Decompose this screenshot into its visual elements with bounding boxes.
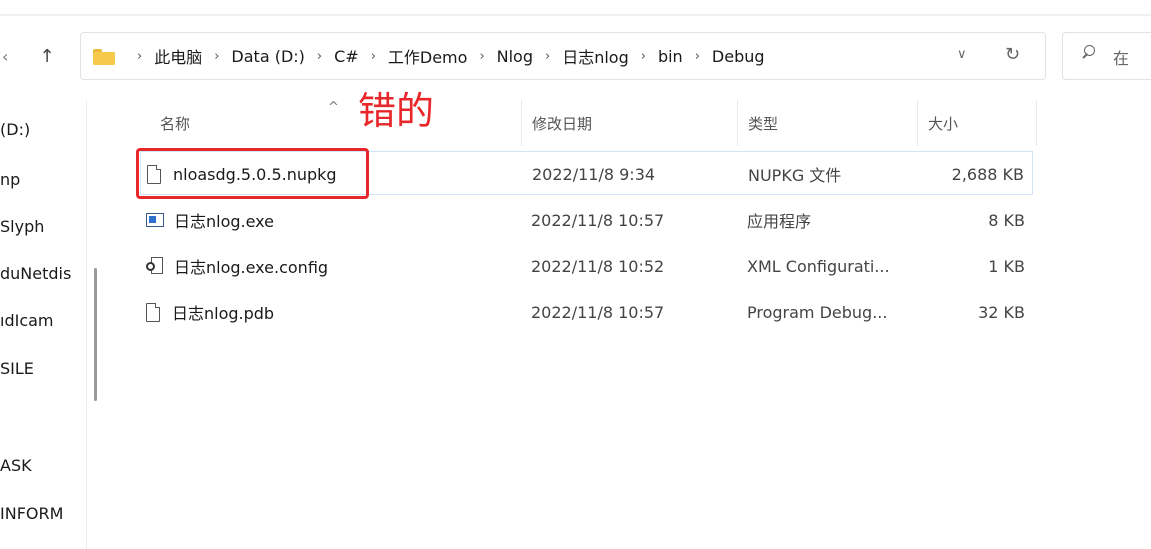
sidebar-item[interactable]: duNetdis	[0, 264, 84, 283]
breadcrumb-separator-icon[interactable]: ›	[317, 49, 322, 64]
column-header-label: 大小	[928, 114, 959, 133]
column-header-date[interactable]: 修改日期	[521, 100, 737, 146]
breadcrumb-separator-icon[interactable]: ›	[695, 49, 700, 64]
config-icon	[146, 256, 164, 276]
breadcrumb-separator-icon[interactable]: ›	[479, 49, 484, 64]
sidebar-scrollbar[interactable]	[94, 268, 97, 401]
file-date: 2022/11/8 10:52	[531, 256, 665, 276]
breadcrumb-work-demo[interactable]: 工作Demo	[388, 44, 468, 68]
sidebar-item[interactable]: ıdIcam	[0, 311, 84, 330]
breadcrumb-separator-icon[interactable]: ›	[137, 49, 142, 64]
file-row[interactable]: 日志nlog.pdb 2022/11/8 10:57 Program Debug…	[140, 290, 1033, 334]
file-row[interactable]: 日志nlog.exe 2022/11/8 10:57 应用程序 8 KB	[140, 198, 1033, 242]
breadcrumb-bin[interactable]: bin	[658, 47, 683, 66]
column-header-label: 名称	[160, 114, 191, 133]
sidebar-item[interactable]: ASK	[0, 456, 84, 475]
file-name-cell: 日志nlog.exe.config	[140, 244, 328, 288]
search-input[interactable]: 在	[1062, 32, 1151, 80]
folder-icon	[93, 49, 115, 65]
breadcrumb-nlog[interactable]: Nlog	[497, 47, 533, 66]
file-size: 1 KB	[988, 256, 1025, 276]
file-size: 8 KB	[988, 210, 1025, 230]
breadcrumb-rizhi-nlog[interactable]: 日志nlog	[562, 44, 629, 68]
column-header-type[interactable]: 类型	[737, 100, 917, 146]
breadcrumb-csharp[interactable]: C#	[334, 47, 359, 66]
pane-divider[interactable]	[86, 100, 87, 549]
file-date: 2022/11/8 9:34	[532, 164, 656, 184]
address-bar[interactable]: › 此电脑 › Data (D:) › C# › 工作Demo › Nlog ›…	[80, 32, 1046, 80]
sort-ascending-icon: ^	[328, 100, 339, 115]
breadcrumb-data-drive[interactable]: Data (D:)	[231, 47, 304, 66]
chevron-down-icon[interactable]: ∨	[957, 47, 967, 62]
column-header-label: 类型	[748, 114, 779, 133]
up-button[interactable]: ↑	[34, 42, 60, 70]
file-type: Program Debug...	[747, 302, 888, 322]
file-name-cell: 日志nlog.exe	[140, 198, 274, 242]
file-date: 2022/11/8 10:57	[531, 302, 665, 322]
navigation-pane: (D:) np Slyph duNetdis ıdIcam SILE ASK I…	[0, 100, 86, 549]
file-size: 2,688 KB	[951, 164, 1024, 184]
column-header-size[interactable]: 大小	[917, 100, 1037, 146]
file-row[interactable]: 日志nlog.exe.config 2022/11/8 10:52 XML Co…	[140, 244, 1033, 288]
sidebar-item[interactable]: Slyph	[0, 217, 84, 236]
file-size: 32 KB	[978, 302, 1025, 322]
breadcrumb-separator-icon[interactable]: ›	[214, 49, 219, 64]
sidebar-item-drive-d[interactable]: (D:)	[0, 120, 84, 139]
breadcrumb-separator-icon[interactable]: ›	[545, 49, 550, 64]
arrow-up-icon: ↑	[39, 45, 55, 67]
sidebar-item[interactable]: SILE	[0, 359, 84, 378]
red-highlight-box	[136, 148, 369, 199]
file-name: 日志nlog.exe.config	[174, 258, 329, 277]
breadcrumb: › 此电脑 › Data (D:) › C# › 工作Demo › Nlog ›…	[125, 33, 765, 79]
file-date: 2022/11/8 10:57	[531, 210, 665, 230]
breadcrumb-debug[interactable]: Debug	[712, 47, 765, 66]
file-name-cell: 日志nlog.pdb	[140, 290, 274, 334]
wrong-annotation-text: 错的	[358, 89, 435, 133]
file-name: 日志nlog.exe	[174, 212, 275, 231]
file-name: 日志nlog.pdb	[172, 304, 275, 323]
breadcrumb-separator-icon[interactable]: ›	[641, 49, 646, 64]
sidebar-item[interactable]: INFORM	[0, 504, 84, 523]
sidebar-item[interactable]: np	[0, 170, 84, 189]
breadcrumb-separator-icon[interactable]: ›	[371, 49, 376, 64]
file-type: 应用程序	[747, 212, 812, 231]
search-icon	[1081, 45, 1095, 59]
file-type: XML Configurati...	[747, 256, 890, 276]
back-chevron-icon[interactable]: ‹	[2, 47, 8, 66]
refresh-icon[interactable]: ↻	[1005, 44, 1020, 65]
exe-icon	[146, 213, 164, 227]
breadcrumb-this-pc[interactable]: 此电脑	[154, 44, 202, 68]
document-icon	[146, 302, 160, 322]
window-top-strip	[0, 0, 1151, 16]
search-placeholder: 在	[1113, 49, 1130, 68]
column-header-label: 修改日期	[532, 114, 593, 133]
file-type: NUPKG 文件	[748, 166, 842, 185]
